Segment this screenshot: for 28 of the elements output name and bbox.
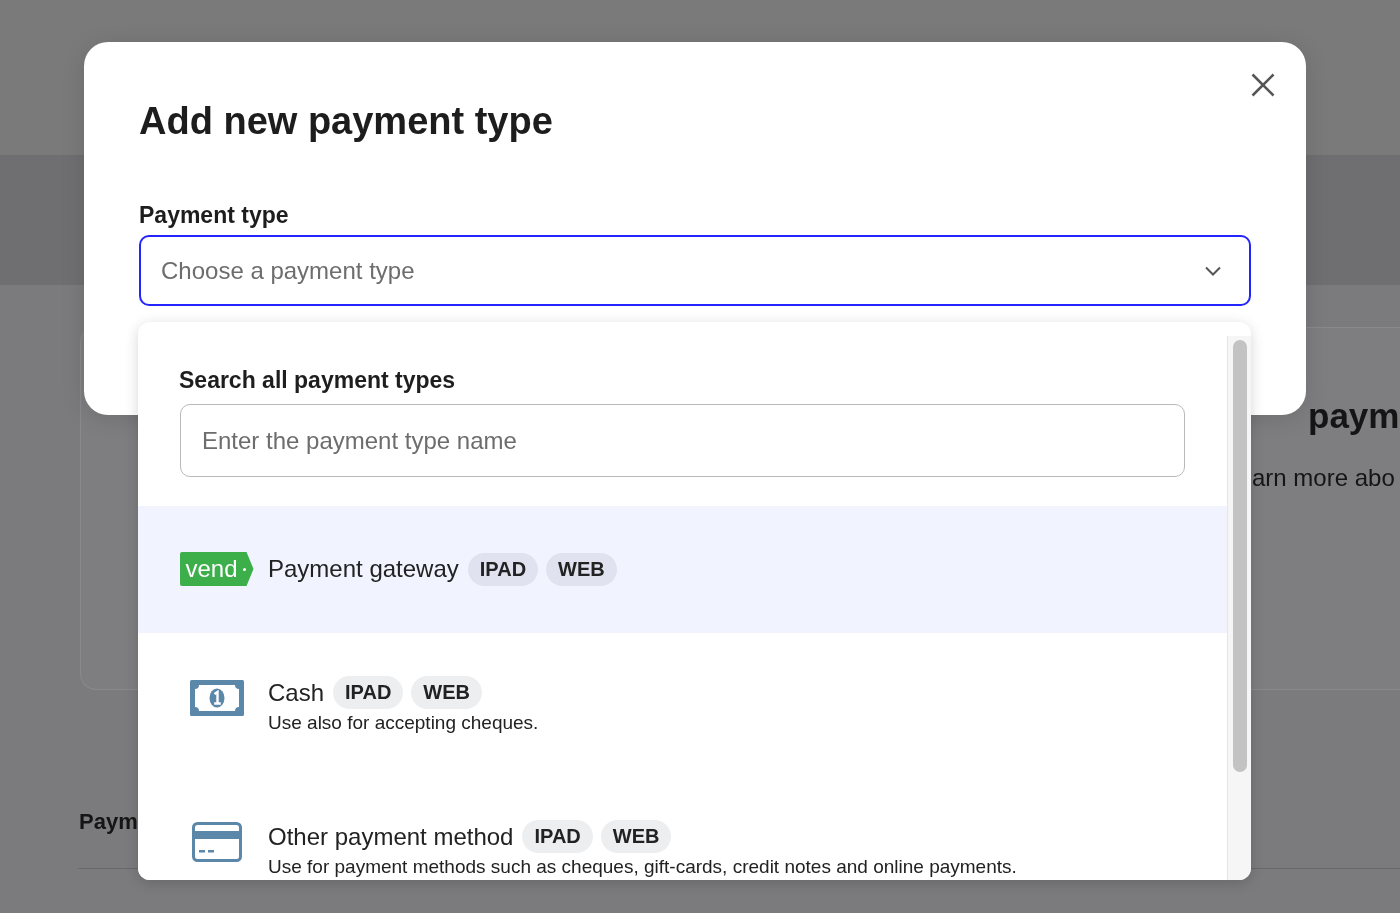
dropdown-option[interactable]: Other payment method IPAD WEB Use for payment methods such as cheques, gift-cards, credit notes and online payments. [138, 777, 1227, 880]
option-title: Cash [268, 677, 325, 708]
select-field[interactable]: Choose a payment type [139, 235, 1251, 306]
option-description: Use also for accepting cheques. [268, 711, 539, 734]
banknote-icon [189, 680, 244, 716]
platform-tag: IPAD [522, 820, 593, 853]
card-text: arn more abo [1252, 463, 1395, 493]
credit-card-icon [191, 822, 242, 862]
scrollbar-thumb[interactable] [1233, 340, 1247, 772]
close-button[interactable] [1251, 73, 1275, 97]
dropdown-option[interactable]: vend Payment gateway IPAD WEB [138, 506, 1227, 633]
chevron-down-icon [1205, 265, 1221, 276]
platform-tag: WEB [600, 820, 672, 853]
option-description: Use for payment methods such as cheques, gift-cards, credit notes and online payments. [268, 855, 1017, 878]
platform-tag: WEB [411, 676, 482, 709]
card-heading: paym [1308, 395, 1400, 437]
close-icon [1251, 73, 1275, 97]
option-title: Payment gateway [268, 554, 459, 584]
platform-tag: WEB [546, 552, 617, 586]
platform-tag: IPAD [467, 552, 539, 586]
section-heading: Paym [79, 808, 138, 836]
search-label: Search all payment types [179, 366, 456, 394]
logo: vend [179, 552, 254, 586]
dialog-title: Add new payment type [139, 99, 553, 144]
option-title: Other payment method [268, 821, 514, 852]
platform-tag: IPAD [333, 676, 404, 709]
field-label: Payment type [139, 201, 289, 229]
search-field[interactable]: Enter the payment type name [180, 404, 1185, 477]
